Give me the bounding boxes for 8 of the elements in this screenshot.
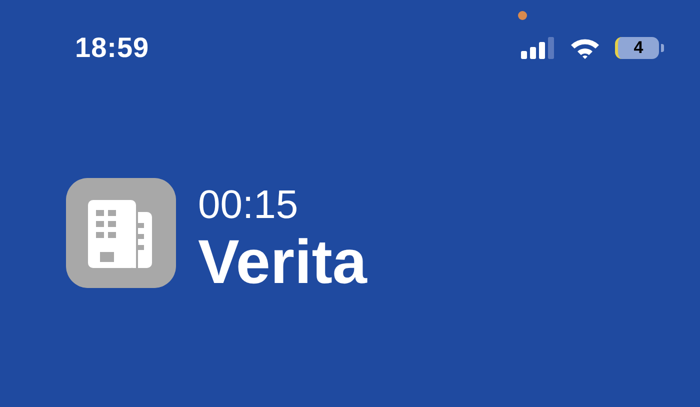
- battery-percentage: 4: [615, 36, 659, 58]
- privacy-indicator-icon: [518, 11, 527, 20]
- building-icon: [66, 178, 176, 288]
- status-time: 18:59: [75, 32, 150, 64]
- cellular-signal-icon: [521, 36, 555, 58]
- wifi-icon: [569, 36, 601, 58]
- elapsed-time: 00:15: [198, 182, 300, 228]
- activity-title: Verita: [198, 228, 367, 298]
